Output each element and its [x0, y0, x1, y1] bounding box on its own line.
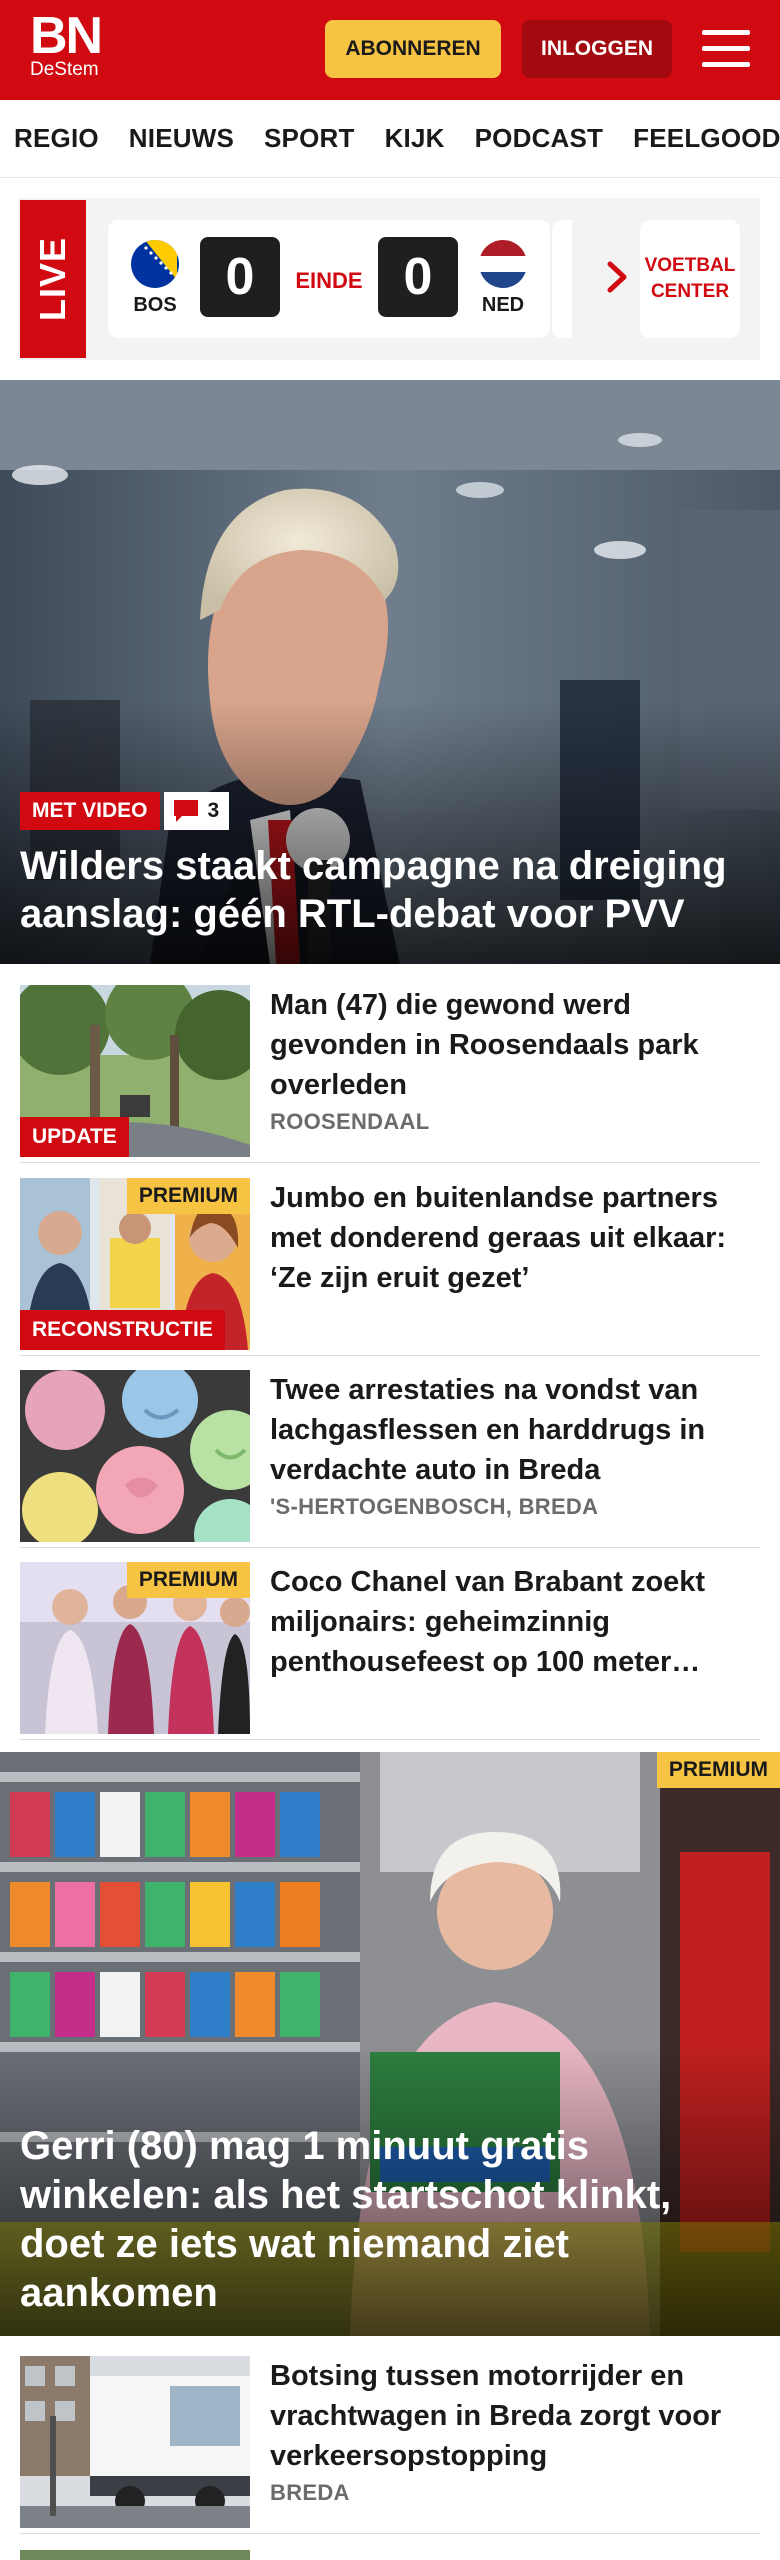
- article-item[interactable]: PREMIUM Coco Chanel van Brabant zoekt mi…: [20, 1562, 760, 1740]
- article-thumbnail: PREMIUM: [20, 1562, 250, 1734]
- nav-item-regio[interactable]: REGIO: [14, 123, 99, 154]
- article-thumbnail: [20, 2356, 250, 2528]
- bosnia-flag-icon: [131, 240, 179, 288]
- netherlands-flag-icon: [479, 240, 527, 288]
- next-match-card[interactable]: [552, 220, 572, 338]
- nav-item-feelgood[interactable]: FEELGOOD: [633, 123, 780, 154]
- article-item[interactable]: UPDATE Man (47) die gewond werd gevonden…: [20, 985, 760, 1163]
- article-item[interactable]: RECONSTRUCTIE PREMIUM Jumbo en buitenlan…: [20, 1178, 760, 1356]
- article-title[interactable]: Botsing tussen motorrijder en vrachtwage…: [270, 2356, 760, 2476]
- home-team: BOS: [122, 240, 188, 317]
- away-team-code: NED: [481, 294, 525, 316]
- article-title[interactable]: Coco Chanel van Brabant zoekt miljonairs…: [270, 1562, 760, 1682]
- feature-article[interactable]: PREMIUM Gerri (80) mag 1 minuut gratis w…: [0, 1752, 780, 2336]
- article-tag: RECONSTRUCTIE: [20, 1310, 225, 1350]
- article-title[interactable]: Twee arrestaties na vondst van lachgasfl…: [270, 1370, 760, 1490]
- article-thumbnail: RECONSTRUCTIE PREMIUM: [20, 1178, 250, 1350]
- article-item[interactable]: Botsing tussen motorrijder en vrachtwage…: [20, 2356, 760, 2534]
- away-score: 0: [378, 237, 458, 317]
- logo-main: BN: [30, 7, 103, 65]
- nav-item-kijk[interactable]: KIJK: [385, 123, 445, 154]
- chevron-right-icon[interactable]: [592, 252, 642, 302]
- nav-item-podcast[interactable]: PODCAST: [475, 123, 604, 154]
- premium-badge: PREMIUM: [126, 1562, 250, 1598]
- match-card[interactable]: BOS 0 EINDE 0 NED: [108, 220, 550, 338]
- article-thumbnail: [20, 2550, 250, 2560]
- premium-badge: PREMIUM: [656, 1752, 780, 1788]
- article-item[interactable]: [20, 2550, 760, 2560]
- away-team: NED: [470, 240, 536, 317]
- article-title[interactable]: Man (47) die gewond werd gevonden in Roo…: [270, 985, 760, 1105]
- article-title[interactable]: Jumbo en buitenlandse partners met donde…: [270, 1178, 760, 1298]
- comment-count-badge[interactable]: 3: [163, 792, 230, 830]
- subscribe-button[interactable]: ABONNEREN: [325, 20, 501, 78]
- feature-title[interactable]: Gerri (80) mag 1 minuut gratis winkelen:…: [20, 2122, 760, 2318]
- hero-badges: MET VIDEO 3: [20, 792, 230, 830]
- nav-item-nieuws[interactable]: NIEUWS: [129, 123, 234, 154]
- home-team-code: BOS: [133, 294, 177, 316]
- main-navigation: REGIO NIEUWS SPORT KIJK PODCAST FEELGOOD: [0, 100, 780, 178]
- login-button[interactable]: INLOGGEN: [522, 20, 672, 78]
- article-location: BREDA: [270, 2480, 350, 2505]
- site-header: BN DeStem ABONNEREN INLOGGEN: [0, 0, 780, 100]
- hero-article[interactable]: MET VIDEO 3 Wilders staakt campagne na d…: [0, 380, 780, 964]
- article-thumbnail: UPDATE: [20, 985, 250, 1157]
- site-logo[interactable]: BN DeStem: [30, 7, 103, 81]
- live-label: LIVE: [20, 200, 86, 358]
- comment-icon: [173, 800, 198, 822]
- live-scores-widget: LIVE BOS 0 EINDE 0 NED VOETBAL CENTER: [18, 198, 760, 360]
- article-location: 'S-HERTOGENBOSCH, BREDA: [270, 1494, 599, 1519]
- article-item[interactable]: Twee arrestaties na vondst van lachgasfl…: [20, 1370, 760, 1548]
- voetbal-center-link[interactable]: VOETBAL CENTER: [640, 220, 740, 338]
- article-thumbnail: [20, 1370, 250, 1542]
- article-tag: UPDATE: [20, 1117, 129, 1157]
- match-status: EINDE: [295, 268, 363, 293]
- video-badge: MET VIDEO: [20, 792, 160, 830]
- home-score: 0: [200, 237, 280, 317]
- logo-sub: DeStem: [30, 59, 99, 80]
- article-location: ROOSENDAAL: [270, 1109, 430, 1134]
- premium-badge: PREMIUM: [126, 1178, 250, 1214]
- hamburger-menu-icon[interactable]: [700, 26, 752, 72]
- hero-title[interactable]: Wilders staakt campagne na dreiging aans…: [20, 842, 760, 938]
- nav-item-sport[interactable]: SPORT: [264, 123, 355, 154]
